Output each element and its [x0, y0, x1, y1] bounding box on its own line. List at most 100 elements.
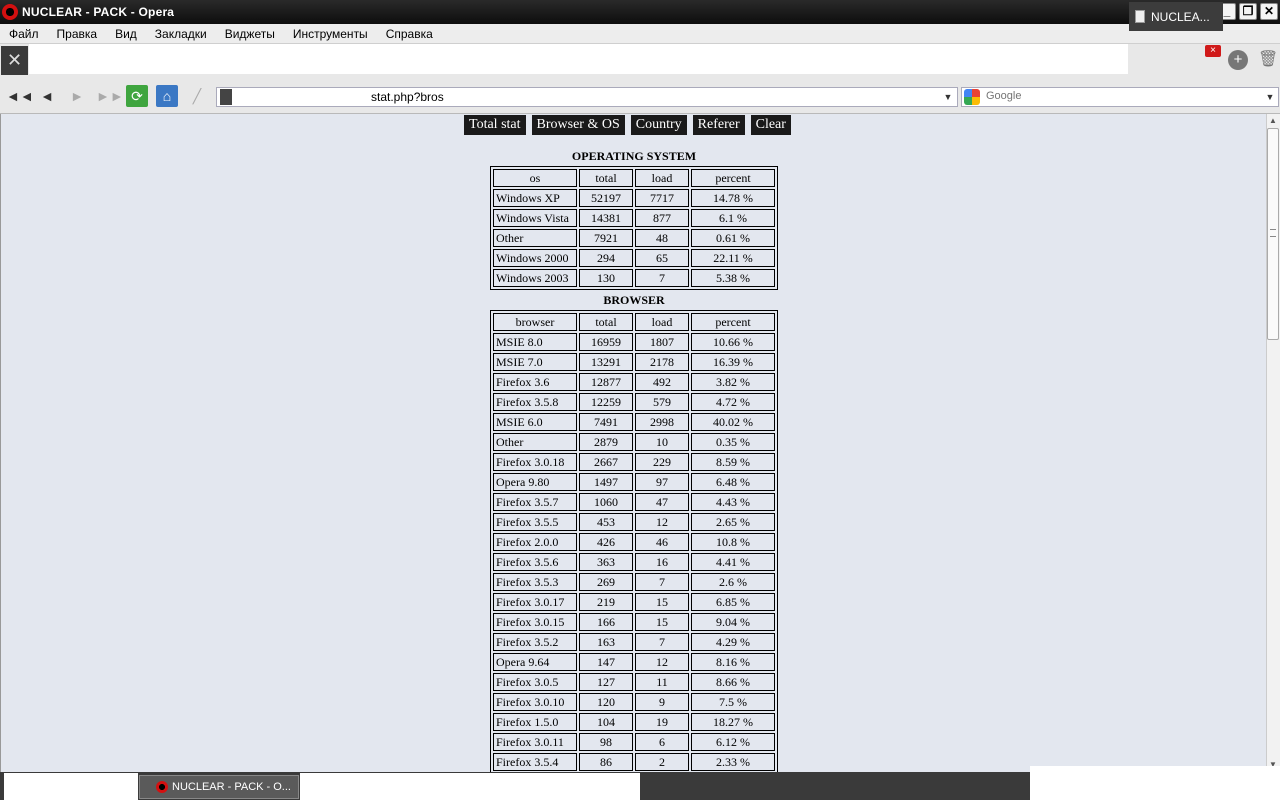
tab-close-icon[interactable]: × [1205, 45, 1221, 57]
cell-name: Firefox 3.0.10 [493, 693, 577, 711]
rewind-icon[interactable]: ◄◄ [6, 85, 34, 107]
menu-edit[interactable]: Правка [48, 27, 107, 41]
search-input[interactable] [986, 90, 1256, 102]
reload-icon[interactable]: ⟳ [126, 85, 148, 107]
cell-percent: 8.59 % [691, 453, 775, 471]
nav-clear[interactable]: Clear [750, 115, 791, 135]
edit-icon[interactable]: ╱ [186, 85, 208, 107]
os-table-body: Windows XP 52197 7717 14.78 % Windows Vista 1… [493, 189, 775, 287]
nav-referer[interactable]: Referer [692, 115, 745, 135]
cell-load: 1807 [635, 333, 689, 351]
menu-file[interactable]: Файл [0, 27, 48, 41]
cell-name: Firefox 1.5.0 [493, 713, 577, 731]
window-title: NUCLEAR - PACK - Opera [22, 5, 175, 19]
maximize-button[interactable]: ❐ [1239, 3, 1257, 20]
fast-forward-icon[interactable]: ►► [96, 85, 124, 107]
cell-total: 219 [579, 593, 633, 611]
cell-percent: 8.16 % [691, 653, 775, 671]
menu-widgets[interactable]: Виджеты [216, 27, 284, 41]
document-icon [1135, 10, 1145, 23]
cell-percent: 7.5 % [691, 693, 775, 711]
page-icon [220, 89, 232, 105]
forward-icon[interactable]: ► [66, 85, 88, 107]
back-icon[interactable]: ◄ [36, 85, 58, 107]
cell-percent: 9.04 % [691, 613, 775, 631]
cell-percent: 10.8 % [691, 533, 775, 551]
cell-name: Firefox 3.5.4 [493, 753, 577, 771]
cell-total: 2667 [579, 453, 633, 471]
cell-load: 877 [635, 209, 689, 227]
address-url[interactable]: stat.php?bros [371, 90, 444, 104]
cell-percent: 2.6 % [691, 573, 775, 591]
cell-load: 16 [635, 553, 689, 571]
cell-load: 7 [635, 633, 689, 651]
home-icon[interactable]: ⌂ [156, 85, 178, 107]
cell-name: Firefox 3.5.8 [493, 393, 577, 411]
cell-name: Firefox 3.6 [493, 373, 577, 391]
new-tab-icon[interactable]: + [1228, 50, 1248, 70]
close-window-button[interactable]: ✕ [1260, 3, 1278, 20]
tools-icon[interactable]: ✕ [1, 46, 28, 75]
cell-name: Firefox 3.5.2 [493, 633, 577, 651]
table-row: Firefox 3.5.4 86 2 2.33 % [493, 753, 775, 771]
nav-total-stat[interactable]: Total stat [464, 115, 526, 135]
table-row: MSIE 6.0 7491 2998 40.02 % [493, 413, 775, 431]
table-row: Other 2879 10 0.35 % [493, 433, 775, 451]
address-dropdown-icon[interactable]: ▼ [940, 88, 956, 106]
cell-total: 14381 [579, 209, 633, 227]
os-table: os total load percent Windows XP 52197 771… [490, 166, 778, 290]
cell-load: 6 [635, 733, 689, 751]
trash-icon[interactable]: 🗑 [1258, 49, 1278, 71]
google-icon[interactable] [964, 89, 980, 105]
tab-nuclear[interactable]: NUCLEA... [1129, 2, 1223, 31]
taskbar-blank-left [4, 773, 138, 800]
cell-load: 492 [635, 373, 689, 391]
title-bar: NUCLEAR - PACK - Opera _ ❐ ✕ [0, 0, 1280, 24]
cell-total: 163 [579, 633, 633, 651]
cell-total: 120 [579, 693, 633, 711]
cell-load: 12 [635, 513, 689, 531]
address-bar[interactable] [216, 87, 958, 107]
table-row: Opera 9.80 1497 97 6.48 % [493, 473, 775, 491]
menu-tools[interactable]: Инструменты [284, 27, 377, 41]
tab-bar: ✕ [0, 44, 1280, 78]
table-header-row: browser total load percent [493, 313, 775, 331]
cell-load: 2178 [635, 353, 689, 371]
cell-total: 294 [579, 249, 633, 267]
nav-browser-os[interactable]: Browser & OS [531, 115, 625, 135]
cell-name: MSIE 6.0 [493, 413, 577, 431]
cell-percent: 4.72 % [691, 393, 775, 411]
cell-name: Opera 9.80 [493, 473, 577, 491]
table-row: Windows XP 52197 7717 14.78 % [493, 189, 775, 207]
cell-percent: 6.48 % [691, 473, 775, 491]
cell-percent: 2.65 % [691, 513, 775, 531]
table-row: Firefox 3.5.7 1060 47 4.43 % [493, 493, 775, 511]
tab-strip [29, 44, 1128, 74]
taskbar-opera-task[interactable]: NUCLEAR - PACK - O... [139, 775, 299, 799]
cell-total: 453 [579, 513, 633, 531]
browser-section-title: BROWSER [603, 293, 665, 307]
cell-load: 229 [635, 453, 689, 471]
scroll-up-icon[interactable]: ▲ [1266, 114, 1280, 128]
search-dropdown-icon[interactable]: ▼ [1262, 88, 1278, 106]
cell-load: 97 [635, 473, 689, 491]
page-content: Total stat Browser & OS Country Referer … [0, 114, 1266, 772]
cell-load: 2998 [635, 413, 689, 431]
window-controls: _ ❐ ✕ [1218, 3, 1278, 20]
table-row: Firefox 3.5.2 163 7 4.29 % [493, 633, 775, 651]
menu-bookmarks[interactable]: Закладки [146, 27, 216, 41]
cell-name: Windows Vista [493, 209, 577, 227]
header-percent: percent [691, 169, 775, 187]
menu-view[interactable]: Вид [106, 27, 146, 41]
nav-country[interactable]: Country [630, 115, 687, 135]
table-row: Firefox 3.0.11 98 6 6.12 % [493, 733, 775, 751]
cell-name: Firefox 3.0.5 [493, 673, 577, 691]
cell-percent: 40.02 % [691, 413, 775, 431]
cell-name: Firefox 2.0.0 [493, 533, 577, 551]
cell-load: 11 [635, 673, 689, 691]
menu-help[interactable]: Справка [377, 27, 442, 41]
taskbar-task-label: NUCLEAR - PACK - O... [172, 781, 291, 793]
cell-name: Firefox 3.5.6 [493, 553, 577, 571]
table-row: Firefox 3.5.5 453 12 2.65 % [493, 513, 775, 531]
cell-total: 7921 [579, 229, 633, 247]
